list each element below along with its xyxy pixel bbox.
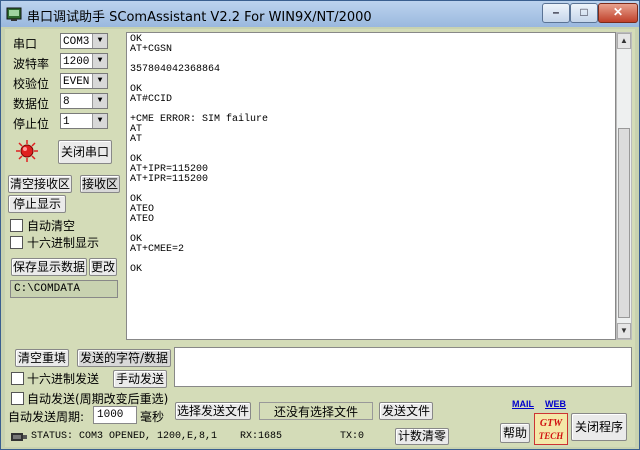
parity-value: EVEN <box>63 76 90 88</box>
auto-clear-checkbox[interactable] <box>10 219 23 232</box>
receive-area-label: 接收区 <box>80 175 120 193</box>
period-unit: 毫秒 <box>140 410 165 424</box>
company-logo: GTW TECH <box>534 413 568 445</box>
clear-resend-button[interactable]: 清空重填 <box>15 349 69 367</box>
chevron-down-icon[interactable]: ▼ <box>92 54 107 68</box>
scroll-up-icon[interactable]: ▲ <box>617 33 631 49</box>
web-link[interactable]: WEB <box>545 399 566 409</box>
hex-send-checkbox[interactable] <box>11 372 24 385</box>
auto-clear-label: 自动清空 <box>27 219 76 233</box>
auto-send-checkbox[interactable] <box>11 392 24 405</box>
scroll-down-icon[interactable]: ▼ <box>617 323 631 339</box>
save-path-field[interactable]: C:\COMDATA <box>10 280 118 298</box>
status-text: STATUS: COM3 OPENED, 1200,E,8,1 <box>31 431 218 442</box>
tx-count: TX:0 <box>340 431 365 442</box>
exit-program-button[interactable]: 关闭程序 <box>571 413 627 441</box>
scroll-thumb[interactable] <box>618 128 630 318</box>
select-file-button[interactable]: 选择发送文件 <box>175 402 251 420</box>
parity-label: 校验位 <box>13 77 50 91</box>
chevron-down-icon[interactable]: ▼ <box>92 94 107 108</box>
clear-receive-button[interactable]: 清空接收区 <box>8 175 72 193</box>
send-data-label: 发送的字符/数据 <box>77 349 171 367</box>
baud-label: 波特率 <box>13 57 50 71</box>
baud-value: 1200 <box>63 56 90 68</box>
window-title: 串口调试助手 SComAssistant V2.2 For WIN9X/NT/2… <box>27 10 372 25</box>
chevron-down-icon[interactable]: ▼ <box>92 74 107 88</box>
port-label: 串口 <box>13 37 38 51</box>
receive-text: OK AT+CGSN 357804042368864 OK AT#CCID +C… <box>130 34 269 275</box>
send-file-button[interactable]: 发送文件 <box>379 402 433 420</box>
change-path-button[interactable]: 更改 <box>89 258 117 276</box>
stopbits-value: 1 <box>63 116 70 128</box>
send-textarea[interactable] <box>174 347 632 387</box>
parity-select[interactable]: EVEN ▼ <box>60 73 108 89</box>
databits-label: 数据位 <box>13 97 50 111</box>
save-data-button[interactable]: 保存显示数据 <box>11 258 87 276</box>
file-status-text: 还没有选择文件 <box>259 402 373 420</box>
receive-scrollbar[interactable]: ▲ ▼ <box>616 32 632 340</box>
svg-text:GTW: GTW <box>540 418 563 429</box>
stopbits-select[interactable]: 1 ▼ <box>60 113 108 129</box>
chevron-down-icon[interactable]: ▼ <box>92 114 107 128</box>
hex-display-label: 十六进制显示 <box>27 236 100 250</box>
mail-link[interactable]: MAIL <box>512 399 534 409</box>
help-button[interactable]: 帮助 <box>500 423 530 443</box>
app-window: 串口调试助手 SComAssistant V2.2 For WIN9X/NT/2… <box>0 0 640 450</box>
title-bar: 串口调试助手 SComAssistant V2.2 For WIN9X/NT/2… <box>1 1 639 27</box>
stop-display-button[interactable]: 停止显示 <box>8 195 66 213</box>
port-value: COM3 <box>63 36 90 48</box>
period-label: 自动发送周期: <box>8 410 85 424</box>
client-area: 串口 COM3 ▼ 波特率 1200 ▼ 校验位 EVEN ▼ 数据位 8 ▼ … <box>5 29 635 447</box>
close-button[interactable]: ✕ <box>598 3 638 23</box>
port-select[interactable]: COM3 ▼ <box>60 33 108 49</box>
hex-send-label: 十六进制发送 <box>27 372 100 386</box>
rx-count: RX:1685 <box>240 431 283 442</box>
svg-text:TECH: TECH <box>539 431 565 441</box>
status-led-icon <box>16 140 38 162</box>
period-input[interactable]: 1000 <box>93 406 137 424</box>
databits-select[interactable]: 8 ▼ <box>60 93 108 109</box>
reset-count-button[interactable]: 计数清零 <box>395 428 449 445</box>
receive-textarea[interactable]: OK AT+CGSN 357804042368864 OK AT#CCID +C… <box>126 32 616 340</box>
chevron-down-icon[interactable]: ▼ <box>92 34 107 48</box>
hex-display-checkbox[interactable] <box>10 236 23 249</box>
databits-value: 8 <box>63 96 70 108</box>
gtw-tech-logo: GTW TECH <box>539 418 565 441</box>
app-icon <box>6 7 22 21</box>
minimize-button[interactable]: – <box>542 3 570 23</box>
manual-send-button[interactable]: 手动发送 <box>113 370 167 388</box>
baud-select[interactable]: 1200 ▼ <box>60 53 108 69</box>
auto-send-label: 自动发送(周期改变后重选) <box>27 392 169 406</box>
maximize-button[interactable]: □ <box>570 3 598 23</box>
close-port-button[interactable]: 关闭串口 <box>58 140 112 164</box>
stopbits-label: 停止位 <box>13 117 50 131</box>
port-connector-icon <box>11 433 27 441</box>
